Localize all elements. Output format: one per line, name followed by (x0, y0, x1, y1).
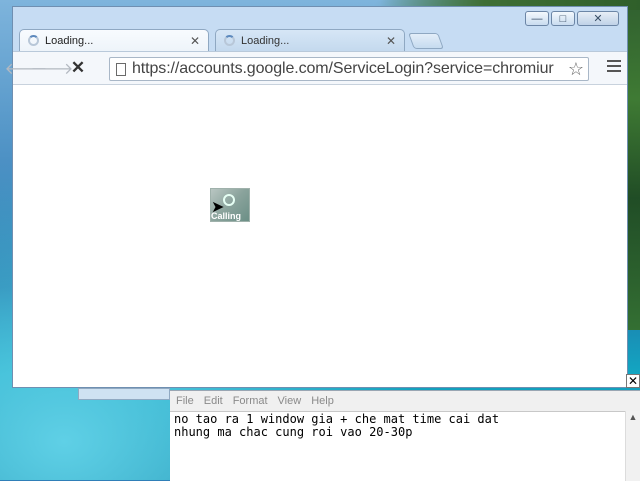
menu-format[interactable]: Format (233, 395, 268, 407)
close-icon[interactable]: ✕ (626, 374, 640, 388)
tab-1[interactable]: Loading... ✕ (19, 29, 209, 51)
background-window-edge (78, 388, 170, 400)
menu-icon[interactable] (607, 60, 621, 75)
mouse-cursor-icon: ➤ (211, 199, 225, 216)
menu-file[interactable]: File (176, 395, 194, 407)
notepad-text-area[interactable]: no tao ra 1 window gia + che mat time ca… (174, 413, 499, 439)
chrome-window: — □ ✕ Loading... ✕ Loading... ✕ 🡐 🡒 ✕ ht… (5, 6, 628, 388)
loading-spinner-icon (28, 35, 39, 46)
vertical-scrollbar[interactable]: ▲ (625, 411, 640, 481)
maximize-button[interactable]: □ (551, 11, 575, 26)
window-controls: — □ ✕ (525, 11, 619, 26)
stop-icon[interactable]: ✕ (65, 57, 91, 79)
notepad-menubar: File Edit Format View Help (170, 391, 640, 412)
text-line: nhung ma chac cung roi vao 20-30p (174, 425, 413, 439)
menu-view[interactable]: View (278, 395, 302, 407)
close-window-button[interactable]: ✕ (577, 11, 619, 26)
url-text: https://accounts.google.com/ServiceLogin… (132, 60, 554, 77)
page-icon (116, 62, 126, 76)
close-tab-icon[interactable]: ✕ (386, 34, 396, 48)
page-content: Calling ➤ (13, 85, 627, 387)
tab-2[interactable]: Loading... ✕ (215, 29, 405, 51)
tab-title: Loading... (45, 34, 94, 47)
loading-spinner-icon (224, 35, 235, 46)
star-icon[interactable]: ☆ (567, 59, 584, 80)
forward-icon[interactable]: 🡒 (31, 57, 74, 79)
address-bar[interactable]: https://accounts.google.com/ServiceLogin… (109, 57, 589, 81)
browser-toolbar: 🡐 🡒 ✕ https://accounts.google.com/Servic… (5, 51, 627, 85)
minimize-button[interactable]: — (525, 11, 549, 26)
scroll-up-icon[interactable]: ▲ (626, 411, 640, 423)
menu-help[interactable]: Help (311, 395, 334, 407)
search-icon (223, 194, 235, 206)
menu-edit[interactable]: Edit (204, 395, 223, 407)
notepad-window: ✕ File Edit Format View Help no tao ra 1… (170, 374, 640, 481)
close-tab-icon[interactable]: ✕ (190, 34, 200, 48)
new-tab-button[interactable] (408, 33, 444, 49)
tab-title: Loading... (241, 34, 290, 47)
tab-strip: Loading... ✕ Loading... ✕ (19, 29, 444, 51)
